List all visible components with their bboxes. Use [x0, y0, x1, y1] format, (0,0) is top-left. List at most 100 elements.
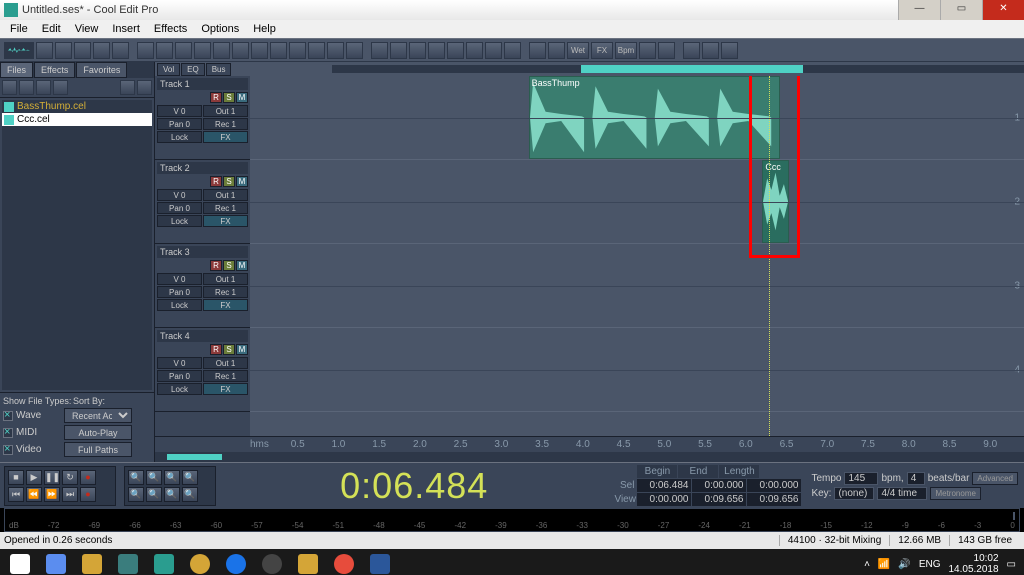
toolbar-btn-35[interactable] — [702, 42, 719, 59]
toolbar-btn-8[interactable] — [156, 42, 173, 59]
output-field[interactable]: Out 1 — [203, 273, 248, 285]
lock-button[interactable]: Lock — [157, 215, 202, 227]
taskbar-app-10[interactable] — [362, 550, 398, 575]
tab-files[interactable]: Files — [0, 62, 33, 78]
solo-button[interactable]: S — [223, 344, 235, 355]
volume-field[interactable]: V 0 — [157, 357, 202, 369]
toolbar-btn-10[interactable] — [194, 42, 211, 59]
view-end[interactable]: 0:09.656 — [692, 493, 746, 506]
tempo-bpm-field[interactable]: 145 — [844, 472, 878, 485]
menu-effects[interactable]: Effects — [148, 21, 193, 37]
toolbar-btn-21[interactable] — [409, 42, 426, 59]
toolbar-open-icon[interactable] — [55, 42, 72, 59]
tray-network-icon[interactable]: 📶 — [878, 559, 890, 570]
record-arm-button[interactable]: R — [210, 260, 222, 271]
advanced-button[interactable]: Advanced — [972, 472, 1018, 485]
audio-clip-bassthump[interactable]: BassThump — [529, 76, 781, 159]
view-length[interactable]: 0:09.656 — [747, 493, 801, 506]
volume-field[interactable]: V 0 — [157, 189, 202, 201]
rec-field[interactable]: Rec 1 — [203, 370, 248, 382]
track-row-1[interactable]: BassThump 1 — [250, 76, 1024, 160]
toolbar-btn-33[interactable] — [658, 42, 675, 59]
record-mode-button[interactable]: ● — [80, 487, 96, 502]
menu-view[interactable]: View — [69, 21, 105, 37]
record-button[interactable]: ● — [80, 470, 96, 485]
scroll-thumb[interactable] — [167, 454, 222, 460]
zoom-full-button[interactable]: 🔍 — [164, 470, 180, 485]
toolbar-btn-19[interactable] — [371, 42, 388, 59]
menu-help[interactable]: Help — [247, 21, 282, 37]
pan-field[interactable]: Pan 0 — [157, 202, 202, 214]
toolbar-btn-15[interactable] — [289, 42, 306, 59]
toolbar-btn-14[interactable] — [270, 42, 287, 59]
taskbar-app-4[interactable] — [146, 550, 182, 575]
toolbar-btn-27[interactable] — [529, 42, 546, 59]
tab-effects[interactable]: Effects — [34, 62, 75, 78]
fx-button[interactable]: FX — [203, 299, 248, 311]
system-tray[interactable]: ˄ 📶 🔊 ENG 10:0214.05.2018 ▭ — [864, 553, 1022, 575]
tracks-timeline[interactable]: BassThump 1 Cc — [250, 76, 1024, 436]
taskbar-app-8[interactable] — [290, 550, 326, 575]
organizer-options-icon[interactable] — [120, 80, 135, 95]
toolbar-btn-17[interactable] — [327, 42, 344, 59]
filetype-midi-check[interactable] — [3, 428, 13, 438]
pan-field[interactable]: Pan 0 — [157, 370, 202, 382]
toolbar-new-icon[interactable] — [36, 42, 53, 59]
taskbar-app-6[interactable] — [218, 550, 254, 575]
filetype-video-check[interactable] — [3, 445, 13, 455]
toolbar-btn-7[interactable] — [137, 42, 154, 59]
view-tab-vol[interactable]: Vol — [157, 63, 180, 76]
toolbar-btn-11[interactable] — [213, 42, 230, 59]
menu-insert[interactable]: Insert — [106, 21, 146, 37]
lock-button[interactable]: Lock — [157, 131, 202, 143]
toolbar-bpm-button[interactable]: Bpm — [615, 42, 637, 59]
fx-button[interactable]: FX — [203, 215, 248, 227]
maximize-button[interactable]: ▭ — [940, 0, 982, 20]
metronome-button[interactable]: Metronome — [930, 487, 980, 500]
view-tab-bus[interactable]: Bus — [206, 63, 232, 76]
lock-button[interactable]: Lock — [157, 299, 202, 311]
organizer-insert-icon[interactable] — [36, 80, 51, 95]
close-button[interactable]: ✕ — [982, 0, 1024, 20]
zoom-left-button[interactable]: 🔍 — [164, 487, 180, 502]
tray-volume-icon[interactable]: 🔊 — [898, 559, 910, 570]
play-loop-button[interactable]: ↻ — [62, 470, 78, 485]
taskbar-app-3[interactable] — [110, 550, 146, 575]
fullpaths-button[interactable]: Full Paths — [64, 442, 132, 457]
toolbar-btn-12[interactable] — [232, 42, 249, 59]
output-field[interactable]: Out 1 — [203, 105, 248, 117]
track-row-3[interactable]: 3 — [250, 244, 1024, 328]
record-arm-button[interactable]: R — [210, 344, 222, 355]
track-name[interactable]: Track 4 — [157, 330, 248, 342]
toolbar-btn-22[interactable] — [428, 42, 445, 59]
key-select[interactable]: (none) — [834, 487, 874, 500]
sel-length[interactable]: 0:00.000 — [747, 479, 801, 492]
solo-button[interactable]: S — [223, 92, 235, 103]
zoom-out-v-button[interactable]: 🔍 — [146, 487, 162, 502]
mute-button[interactable]: M — [236, 344, 248, 355]
solo-button[interactable]: S — [223, 176, 235, 187]
pan-field[interactable]: Pan 0 — [157, 286, 202, 298]
organizer-edit-icon[interactable] — [53, 80, 68, 95]
autoplay-button[interactable]: Auto-Play — [64, 425, 132, 440]
pause-button[interactable]: ❚❚ — [44, 470, 60, 485]
toolbar-multitrack-icon[interactable] — [112, 42, 129, 59]
pan-field[interactable]: Pan 0 — [157, 118, 202, 130]
toolbar-btn-24[interactable] — [466, 42, 483, 59]
fx-button[interactable]: FX — [203, 131, 248, 143]
organizer-help-icon[interactable] — [137, 80, 152, 95]
stop-button[interactable]: ■ — [8, 470, 24, 485]
taskbar-app-7[interactable] — [254, 550, 290, 575]
taskbar-app-9[interactable] — [326, 550, 362, 575]
fx-button[interactable]: FX — [203, 383, 248, 395]
menu-options[interactable]: Options — [195, 21, 245, 37]
toolbar-fx-button[interactable]: FX — [591, 42, 613, 59]
solo-button[interactable]: S — [223, 260, 235, 271]
view-begin[interactable]: 0:00.000 — [637, 493, 691, 506]
toolbar-btn-18[interactable] — [346, 42, 363, 59]
output-field[interactable]: Out 1 — [203, 189, 248, 201]
toolbar-btn-23[interactable] — [447, 42, 464, 59]
toolbar-btn-9[interactable] — [175, 42, 192, 59]
tab-favorites[interactable]: Favorites — [76, 62, 127, 78]
toolbar-btn-13[interactable] — [251, 42, 268, 59]
